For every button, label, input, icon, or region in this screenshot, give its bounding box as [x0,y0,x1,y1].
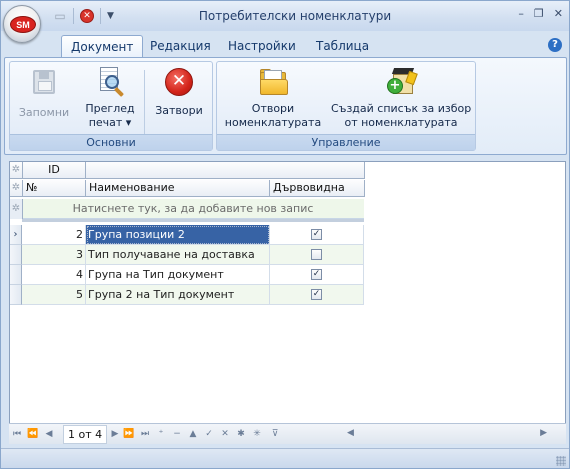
window-controls: – ❐ ✕ [518,7,563,20]
cell-name[interactable]: Тип получаване на доставка [86,245,270,265]
ribbon-panel: Запомни Преглед печат ▾ ✕ Затвори Основн… [4,57,567,155]
sm-logo-icon: SM [10,16,36,33]
floppy-disk-icon [33,70,55,94]
horizontal-scrollbar[interactable]: ◀ ▶ [347,428,547,441]
bookmark-icon[interactable]: ✳ [251,426,263,442]
print-preview-button[interactable]: Преглед печат ▾ [80,66,140,130]
create-list-icon: + [385,66,418,98]
tree-checkbox[interactable]: ✓ [311,269,322,280]
tab-settings[interactable]: Настройки [219,35,305,58]
tab-edit[interactable]: Редакция [141,35,220,58]
first-page-icon[interactable]: ⏮ [11,426,23,442]
cancel-edit-icon[interactable]: ✕ [219,426,231,442]
band-header-id[interactable]: ID [23,162,86,179]
cell-number[interactable]: 4 [22,265,86,285]
new-row-separator [22,219,364,222]
previous-page-icon[interactable]: ⏪ [27,426,39,442]
cell-number[interactable]: 2 [22,225,86,245]
column-chooser-icon[interactable]: ✲ [10,180,23,197]
table-row[interactable]: 5 Група 2 на Тип документ ✓ [10,285,364,305]
edit-icon[interactable]: ▲ [187,426,199,442]
record-position: 1 от 4 [63,425,108,444]
group-label-basic: Основни [10,134,212,150]
cell-tree[interactable]: ✓ [270,285,364,305]
print-preview-icon [94,66,126,98]
cell-number[interactable]: 5 [22,285,86,305]
column-header-number[interactable]: № [23,180,86,197]
scroll-right-icon[interactable]: ▶ [540,428,547,438]
create-selection-list-button[interactable]: + Създай списък за избор от номенклатура… [331,66,471,130]
tree-checkbox[interactable]: ✓ [311,289,322,300]
close-circle-icon: ✕ [165,68,193,96]
new-row-prompt: Натиснете тук, за да добавите нов запис [72,202,314,215]
close-button[interactable]: ✕ Затвори [148,66,210,118]
cell-name[interactable]: Група позиции 2 [86,225,270,245]
previous-record-icon[interactable]: ◀ [43,426,55,442]
cell-name[interactable]: Група 2 на Тип документ [86,285,270,305]
ribbon-tab-row: Документ Редакция Настройки Таблица ? [1,31,569,58]
column-header-name[interactable]: Наименование [86,180,270,197]
next-record-icon[interactable]: ▶ [109,426,121,442]
nomenclature-grid[interactable]: ✲ ID ✲ № Наименование Дървовидна ✲ Натис… [9,161,566,444]
cell-tree[interactable] [270,245,364,265]
ribbon-group-manage: Отвори номенклатурата + Създай списък за… [216,61,476,151]
filter-icon[interactable]: ⊽ [269,426,281,442]
append-icon[interactable]: ⁺ [155,426,167,442]
band-header-empty [86,162,365,179]
tree-checkbox[interactable]: ✓ [311,229,322,240]
open-nomenclature-button[interactable]: Отвори номенклатурата [223,66,323,130]
current-row-indicator-icon: › [10,225,22,245]
open-folder-icon [257,66,289,98]
record-navigator: ⏮ ⏪ ◀ 1 от 4 ▶ ⏩ ⏭ ⁺ − ▲ ✓ ✕ ✱ ✳ ⊽ ◀ ▶ [9,423,566,444]
table-row[interactable]: 3 Тип получаване на доставка [10,245,364,265]
resize-grip-icon[interactable] [556,456,566,466]
title-bar: ▭ ✕ ▼ Потребителски номенклатури – ❐ ✕ [1,1,569,31]
table-row[interactable]: 4 Група на Тип документ ✓ [10,265,364,285]
band-gutter-icon: ✲ [10,162,23,179]
column-header-tree[interactable]: Дървовидна [270,180,365,197]
add-new-row[interactable]: ✲ Натиснете тук, за да добавите нов запи… [10,199,364,219]
cell-tree[interactable]: ✓ [270,225,364,245]
delete-icon[interactable]: − [171,426,183,442]
cell-number[interactable]: 3 [22,245,86,265]
table-row[interactable]: › 2 Група позиции 2 ✓ [10,225,364,245]
close-window-button[interactable]: ✕ [554,7,563,20]
refresh-icon[interactable]: ✱ [235,426,247,442]
restore-button[interactable]: ❐ [534,7,544,20]
group-label-manage: Управление [217,134,475,150]
tab-document[interactable]: Документ [61,35,144,58]
app-window: ▭ ✕ ▼ Потребителски номенклатури – ❐ ✕ S… [0,0,570,469]
scroll-left-icon[interactable]: ◀ [347,428,354,438]
status-bar [1,448,569,468]
help-icon[interactable]: ? [548,38,562,52]
save-button[interactable]: Запомни [14,66,74,120]
cell-tree[interactable]: ✓ [270,265,364,285]
minimize-button[interactable]: – [518,7,524,20]
tree-checkbox[interactable] [311,249,322,260]
group-separator [144,70,145,136]
row-indicator [10,265,22,285]
application-orb-button[interactable]: SM [3,5,41,43]
next-page-icon[interactable]: ⏩ [123,426,135,442]
row-indicator [10,285,22,305]
window-title: Потребителски номенклатури [198,9,392,23]
row-indicator [10,245,22,265]
cell-name[interactable]: Група на Тип документ [86,265,270,285]
ribbon-group-basic: Запомни Преглед печат ▾ ✕ Затвори Основн… [9,61,213,151]
tab-table[interactable]: Таблица [307,35,378,58]
last-page-icon[interactable]: ⏭ [139,426,151,442]
post-edit-icon[interactable]: ✓ [203,426,215,442]
